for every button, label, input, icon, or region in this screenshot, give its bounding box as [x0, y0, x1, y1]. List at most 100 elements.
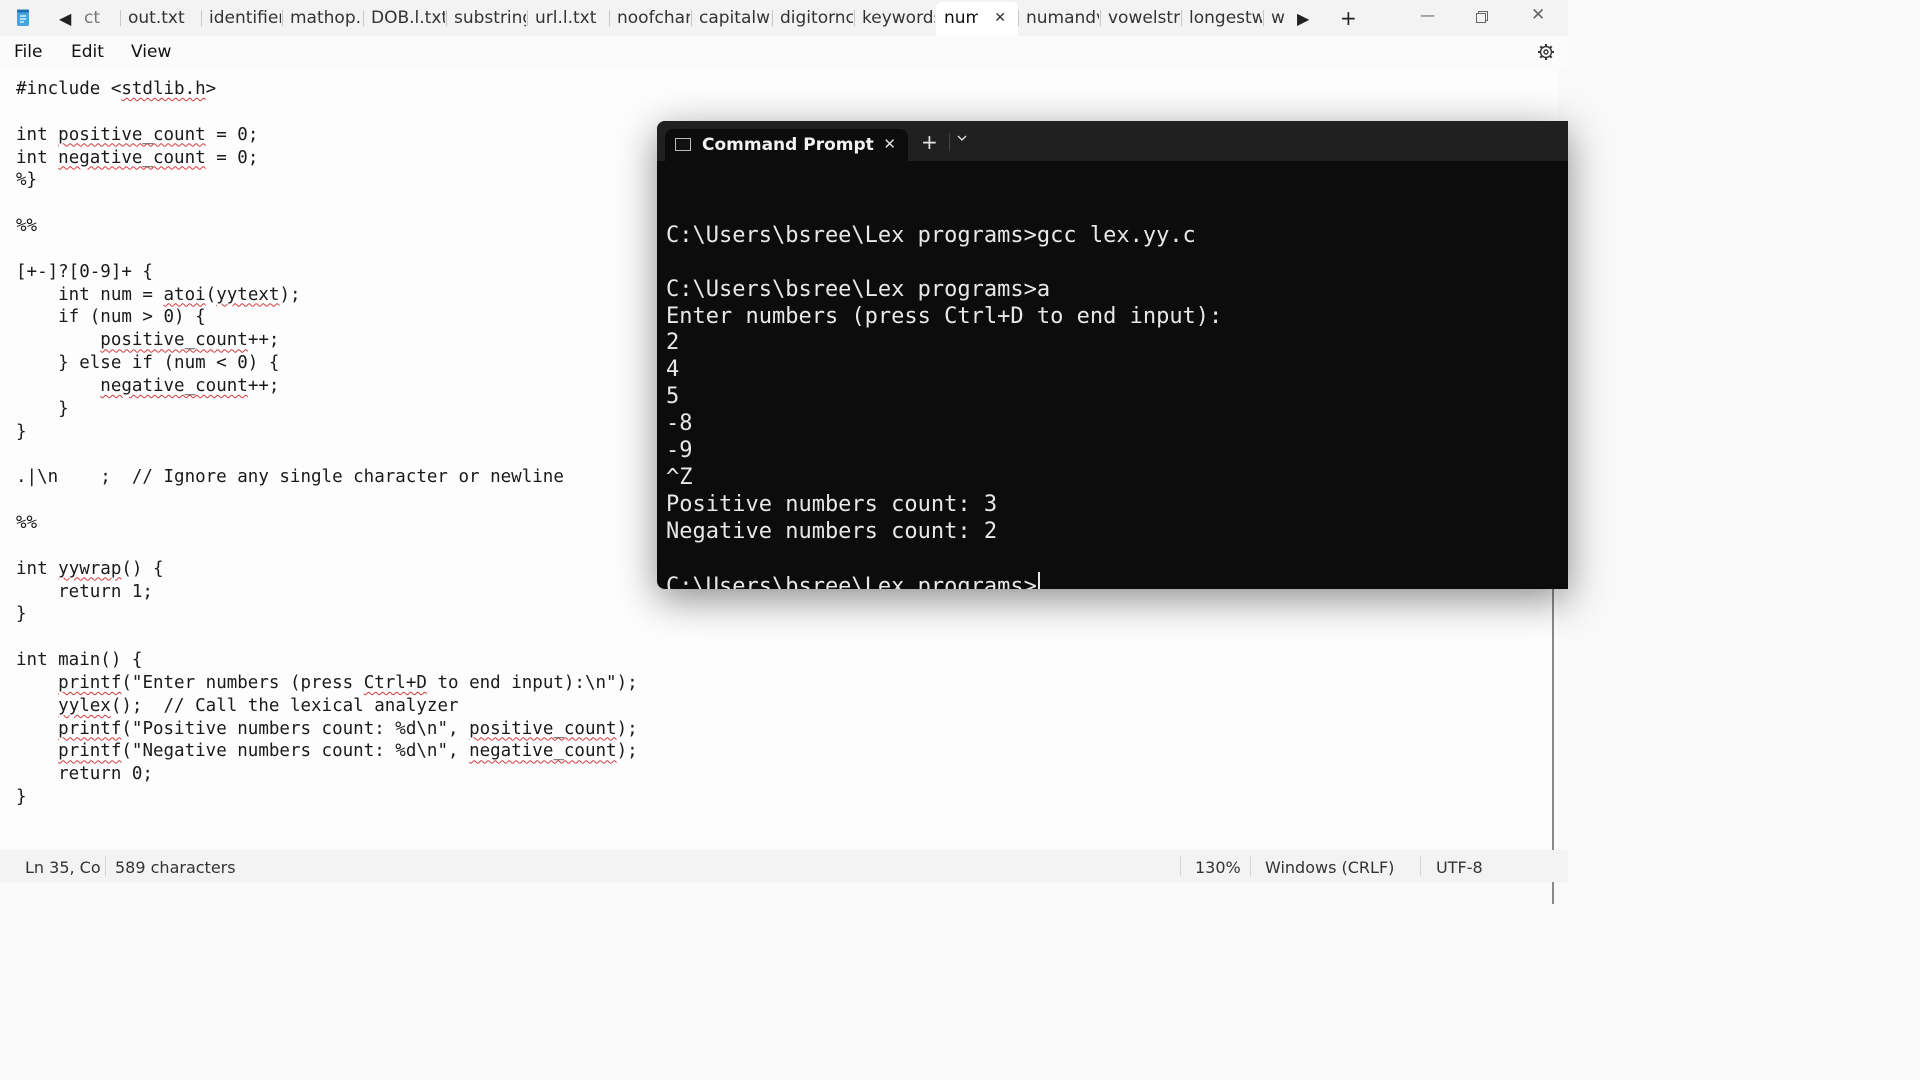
status-line-ending[interactable]: Windows (CRLF) [1265, 858, 1394, 877]
settings-gear-icon[interactable] [1536, 42, 1556, 62]
status-encoding[interactable]: UTF-8 [1436, 858, 1483, 877]
tab-label: longestw [1189, 8, 1262, 28]
code-line[interactable] [16, 444, 638, 467]
tab-8[interactable]: capitalwo [691, 4, 771, 32]
code-text: ("Positive numbers count: %d\n", [121, 718, 470, 739]
scroll-tabs-right-icon[interactable]: ▶ [1297, 9, 1309, 28]
tab-14[interactable]: longestw [1181, 4, 1262, 32]
console-text: Positive numbers count: 3 [666, 491, 998, 517]
code-line[interactable]: } [16, 421, 638, 444]
status-zoom[interactable]: 130% [1195, 858, 1241, 877]
code-line[interactable]: printf("Positive numbers count: %d\n", p… [16, 718, 638, 741]
code-line[interactable]: [+-]?[0-9]+ { [16, 261, 638, 284]
cmd-tab-title: Command Prompt [702, 135, 874, 155]
code-text: int [16, 124, 59, 145]
menu-file[interactable]: File [14, 42, 42, 62]
status-character-count: 589 characters [115, 858, 236, 877]
tab-5[interactable]: substring [446, 4, 526, 32]
close-window-icon[interactable]: ✕ [1531, 5, 1545, 25]
cmd-divider [949, 133, 950, 151]
console-line: Enter numbers (press Ctrl+D to end input… [666, 304, 1222, 331]
code-line[interactable]: yylex(); // Call the lexical analyzer [16, 695, 638, 718]
console-line: -9 [666, 438, 1222, 465]
text-cursor [1037, 572, 1040, 589]
tab-10[interactable]: keywords [854, 4, 935, 32]
tab-1[interactable]: out.txt [120, 4, 200, 32]
code-text: %% [16, 216, 38, 237]
code-line[interactable]: int main() { [16, 649, 638, 672]
code-line[interactable]: negative_count++; [16, 375, 638, 398]
code-line[interactable]: return 1; [16, 581, 638, 604]
code-line[interactable] [16, 626, 638, 649]
code-text: ++; [247, 375, 280, 396]
cmd-title-bar[interactable]: Command Prompt ✕ + [657, 121, 1568, 161]
tab-label: capitalwo [699, 8, 771, 28]
console-text: ^Z [666, 464, 693, 490]
status-cursor-position[interactable]: Ln 35, Co [25, 858, 101, 877]
code-line[interactable]: int num = atoi(yytext); [16, 284, 638, 307]
tab-4[interactable]: DOB.l.txt [363, 4, 445, 32]
code-line[interactable]: %% [16, 512, 638, 535]
console-line: Negative numbers count: 2 [666, 519, 1222, 546]
code-line[interactable]: %} [16, 169, 638, 192]
tab-15[interactable]: w [1263, 4, 1293, 32]
console-text: Enter numbers (press Ctrl+D to end input… [666, 303, 1223, 329]
code-content[interactable]: #include <stdlib.h> int positive_count = … [16, 78, 638, 809]
misspelled-token: printf [58, 672, 122, 693]
code-line[interactable] [16, 489, 638, 512]
tab-2[interactable]: identifier [201, 4, 281, 32]
new-terminal-tab-icon[interactable]: + [921, 130, 938, 154]
code-line[interactable]: } [16, 786, 638, 809]
code-line[interactable]: positive_count++; [16, 329, 638, 352]
code-text: .|\n ; // Ignore any single character or… [16, 467, 564, 488]
new-tab-icon[interactable]: + [1340, 6, 1357, 30]
code-line[interactable]: int yywrap() { [16, 558, 638, 581]
code-line[interactable] [16, 238, 638, 261]
code-text: return 1; [16, 581, 153, 602]
code-line[interactable]: } else if (num < 0) { [16, 352, 638, 375]
menu-edit[interactable]: Edit [71, 42, 104, 62]
misspelled-token: positive_count [100, 330, 248, 351]
code-text: ); [616, 718, 638, 739]
code-line[interactable]: int positive_count = 0; [16, 124, 638, 147]
code-line[interactable]: #include <stdlib.h> [16, 78, 638, 101]
tab-7[interactable]: noofchar [609, 4, 690, 32]
code-line[interactable]: if (num > 0) { [16, 306, 638, 329]
code-line[interactable]: int negative_count = 0; [16, 147, 638, 170]
menu-view[interactable]: View [131, 42, 171, 62]
scroll-tabs-left-icon[interactable]: ◀ [59, 9, 71, 28]
code-text: ( [205, 284, 217, 305]
tab-partial[interactable]: ct [78, 4, 118, 32]
restore-icon[interactable] [1476, 11, 1488, 23]
code-line[interactable]: printf("Enter numbers (press Ctrl+D to e… [16, 672, 638, 695]
close-tab-icon[interactable]: ✕ [883, 135, 896, 153]
tab-13[interactable]: vowelstri [1100, 4, 1180, 32]
tab-3[interactable]: mathop.l [282, 4, 362, 32]
code-line[interactable] [16, 101, 638, 124]
code-line[interactable]: %% [16, 215, 638, 238]
code-line[interactable]: } [16, 603, 638, 626]
code-line[interactable] [16, 192, 638, 215]
code-line[interactable]: printf("Negative numbers count: %d\n", n… [16, 740, 638, 763]
code-line[interactable]: } [16, 398, 638, 421]
code-line[interactable]: .|\n ; // Ignore any single character or… [16, 466, 638, 489]
tab-9[interactable]: digitornc [772, 4, 853, 32]
tab-label: keywords [862, 8, 935, 28]
console-text: -8 [666, 411, 693, 437]
tab-12[interactable]: numandv [1018, 4, 1099, 32]
chevron-down-icon[interactable] [957, 133, 967, 143]
command-prompt-window[interactable]: Command Prompt ✕ + C:\Users\bsree\Lex pr… [657, 121, 1568, 589]
misspelled-token: printf [58, 718, 122, 739]
code-line[interactable]: return 0; [16, 763, 638, 786]
console-output[interactable]: C:\Users\bsree\Lex programs>gcc lex.yy.c… [666, 196, 1222, 589]
tab-6[interactable]: url.l.txt [527, 4, 608, 32]
code-text: ); [616, 741, 638, 762]
code-line[interactable] [16, 535, 638, 558]
tab-11[interactable]: num ✕ [936, 2, 1018, 36]
close-tab-icon[interactable]: ✕ [994, 2, 1006, 34]
cmd-tab[interactable]: Command Prompt ✕ [665, 129, 908, 161]
minimize-icon[interactable]: — [1420, 6, 1435, 24]
tab-strip: ◀ ct out.txt identifier mathop.l DOB.l.txt s… [0, 0, 1568, 36]
console-text: 2 [666, 330, 680, 356]
